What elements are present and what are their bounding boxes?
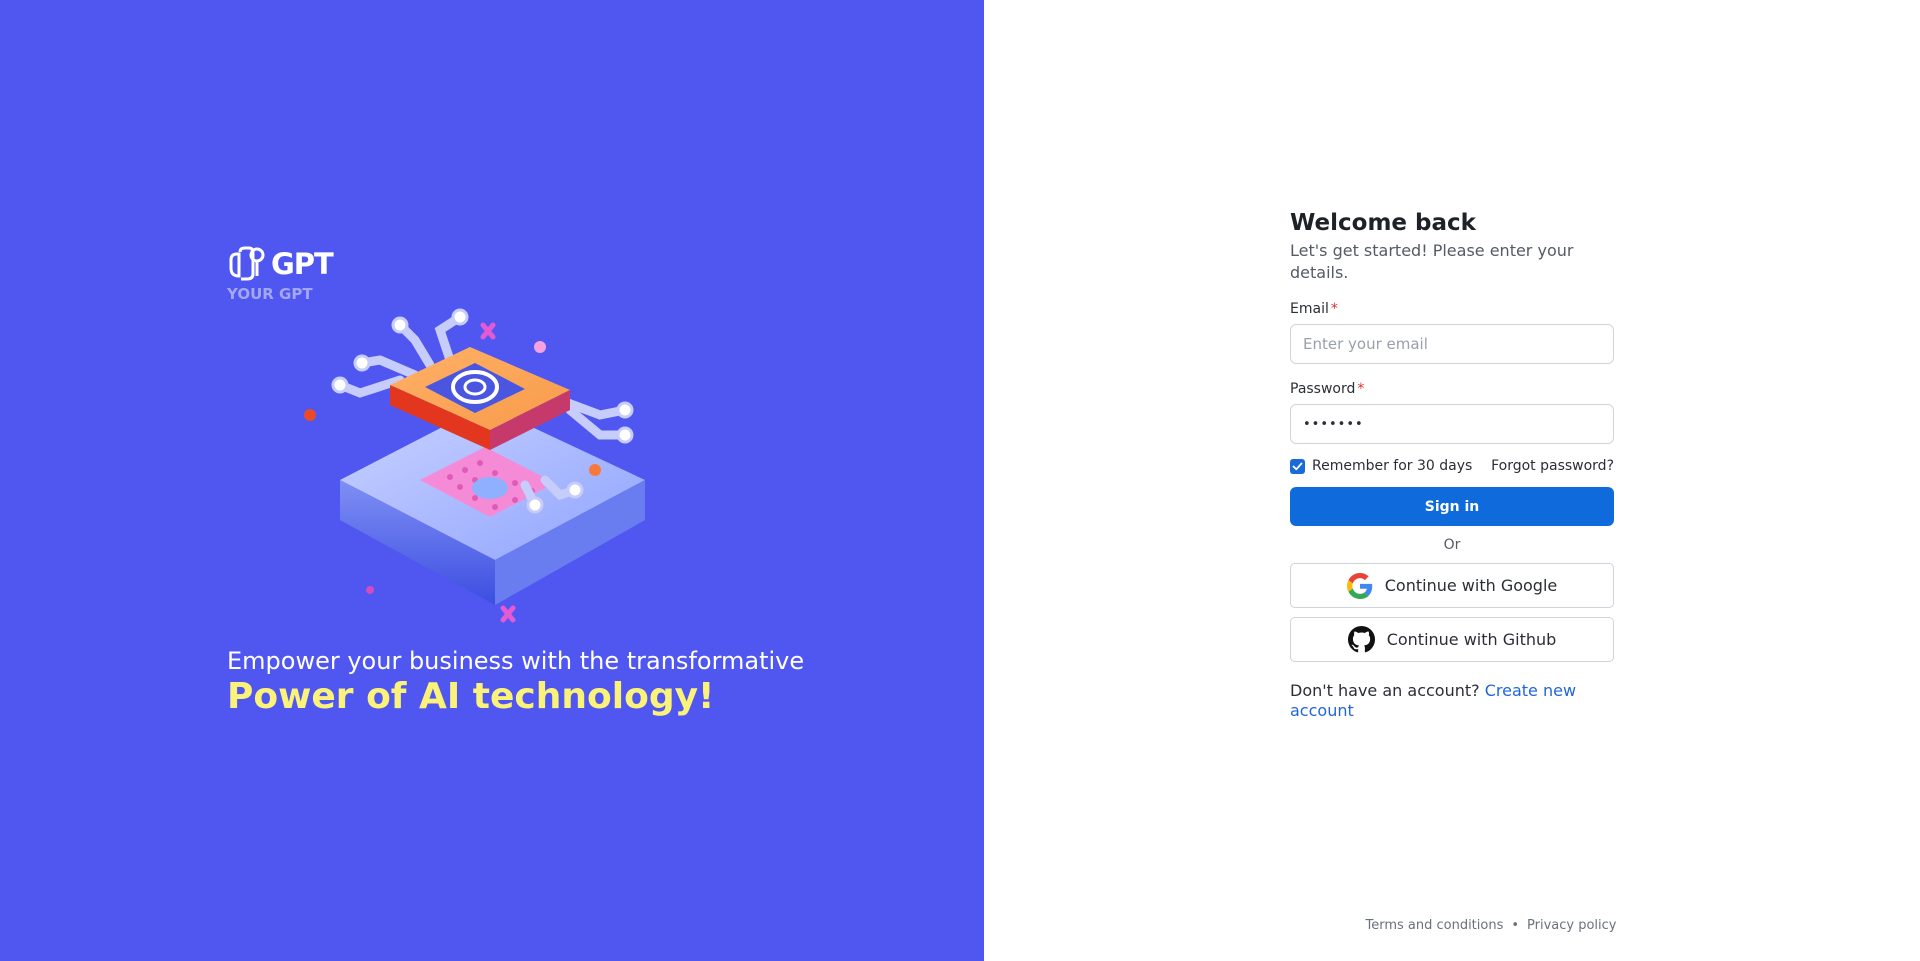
github-icon — [1347, 626, 1375, 653]
google-signin-button[interactable]: Continue with Google — [1290, 563, 1614, 608]
brand-name: GPT — [271, 247, 334, 281]
password-field[interactable] — [1290, 404, 1614, 444]
terms-link[interactable]: Terms and conditions — [1365, 918, 1503, 933]
login-panel: Welcome back Let's get started! Please e… — [984, 0, 1920, 961]
remember-row: Remember for 30 days Forgot password? — [1290, 457, 1614, 475]
hero-tagline-line2: Power of AI technology! — [227, 676, 715, 717]
email-label-text: Email — [1290, 301, 1329, 317]
footer-separator: • — [1511, 918, 1520, 933]
page-subtitle: Let's get started! Please enter your det… — [1290, 241, 1574, 282]
hero-tagline-line1: Empower your business with the transform… — [227, 647, 805, 675]
brand-logo: GPT YOUR GPT — [227, 244, 334, 303]
gpt-logo-icon — [229, 246, 265, 281]
email-label: Email * — [1290, 300, 1614, 318]
email-field[interactable] — [1290, 324, 1614, 364]
footer: Terms and conditions • Privacy policy — [984, 918, 1920, 933]
remember-checkbox[interactable]: Remember for 30 days — [1290, 458, 1472, 474]
hero-panel: GPT YOUR GPT Empower your business with … — [0, 0, 984, 961]
page-title: Welcome back — [1290, 210, 1476, 236]
privacy-link[interactable]: Privacy policy — [1527, 918, 1616, 933]
check-icon[interactable] — [1290, 458, 1305, 474]
password-required-mark: * — [1357, 381, 1365, 397]
brand-subtitle: YOUR GPT — [227, 285, 313, 303]
password-label-text: Password — [1290, 381, 1356, 397]
forgot-password-link[interactable]: Forgot password? — [1491, 458, 1614, 474]
email-required-mark: * — [1330, 301, 1338, 317]
signup-prompt: Don't have an account? — [1290, 681, 1480, 700]
remember-label: Remember for 30 days — [1312, 458, 1473, 474]
login-form: Welcome back Let's get started! Please e… — [1290, 208, 1614, 721]
password-label: Password * — [1290, 380, 1614, 398]
login-page: GPT YOUR GPT Empower your business with … — [0, 0, 1920, 961]
or-divider: Or — [1443, 537, 1461, 553]
signup-row: Don't have an account? Create new accoun… — [1290, 681, 1614, 721]
github-signin-button[interactable]: Continue with Github — [1290, 617, 1614, 662]
google-button-label: Continue with Google — [1384, 576, 1558, 595]
google-icon — [1346, 572, 1372, 599]
github-button-label: Continue with Github — [1386, 630, 1557, 649]
ai-chip-illustration — [304, 308, 645, 623]
sign-in-button[interactable]: Sign in — [1290, 487, 1614, 526]
